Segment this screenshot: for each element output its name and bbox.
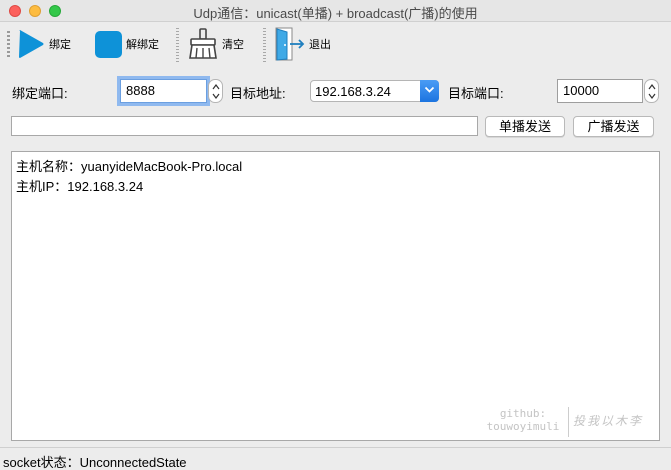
title-bar: Udp通信：unicast(单播) + broadcast(广播)的使用 [0, 0, 671, 22]
unbind-button[interactable]: 解绑定 [95, 26, 159, 62]
watermark-divider [568, 407, 569, 437]
exit-button[interactable]: 退出 [275, 26, 331, 62]
bind-port-input[interactable]: 8888 [120, 79, 207, 103]
stop-icon [95, 30, 122, 58]
target-address-value: 192.168.3.24 [315, 84, 391, 99]
watermark-github-label: github: [499, 407, 547, 420]
clear-button[interactable]: 清空 [188, 26, 244, 62]
log-line: 主机名称：yuanyideMacBook-Pro.local [16, 159, 243, 174]
bind-port-label: 绑定端口: [12, 86, 68, 101]
broom-icon [189, 28, 217, 59]
toolbar-grip[interactable] [7, 31, 10, 57]
bind-button[interactable]: 绑定 [17, 26, 71, 62]
watermark: github: touwoyimuli 投我以木李 [482, 407, 657, 441]
watermark-signature: 投我以木李 [573, 414, 644, 428]
message-input[interactable] [11, 116, 478, 136]
log-text-area[interactable]: 主机名称：yuanyideMacBook-Pro.local 主机IP：192.… [11, 151, 660, 441]
unicast-send-button[interactable]: 单播发送 [485, 116, 565, 137]
window-title: Udp通信：unicast(单播) + broadcast(广播)的使用 [193, 6, 478, 21]
exit-door-icon [275, 27, 305, 61]
exit-button-label: 退出 [309, 39, 331, 51]
broadcast-send-button[interactable]: 广播发送 [573, 116, 654, 137]
socket-status-text: socket状态：UnconnectedState [3, 455, 187, 470]
stepper-icon [648, 84, 656, 99]
log-line: 主机IP：192.168.3.24 [16, 179, 144, 194]
target-port-input[interactable]: 10000 [557, 79, 643, 103]
target-port-spinbox[interactable]: 10000 [557, 79, 659, 103]
target-address-combo[interactable]: 192.168.3.24 [310, 80, 439, 102]
stepper-icon [212, 84, 220, 99]
status-bar: socket状态：UnconnectedState [0, 447, 671, 470]
toolbar: 绑定 解绑定 清空 退出 [0, 22, 671, 66]
bind-port-spinbox[interactable]: 8888 [120, 79, 223, 103]
toolbar-separator [176, 28, 179, 62]
target-port-stepper[interactable] [644, 79, 659, 103]
play-icon [19, 30, 44, 58]
chevron-down-icon [424, 86, 435, 93]
watermark-username: touwoyimuli [486, 420, 560, 433]
target-port-label: 目标端口: [448, 86, 504, 101]
toolbar-separator [263, 28, 266, 62]
clear-button-label: 清空 [222, 39, 244, 51]
bind-port-stepper[interactable] [208, 79, 223, 103]
target-address-label: 目标地址: [230, 86, 286, 101]
bind-button-label: 绑定 [49, 39, 71, 51]
unbind-button-label: 解绑定 [126, 39, 159, 51]
target-address-dropdown-button[interactable] [420, 80, 439, 102]
